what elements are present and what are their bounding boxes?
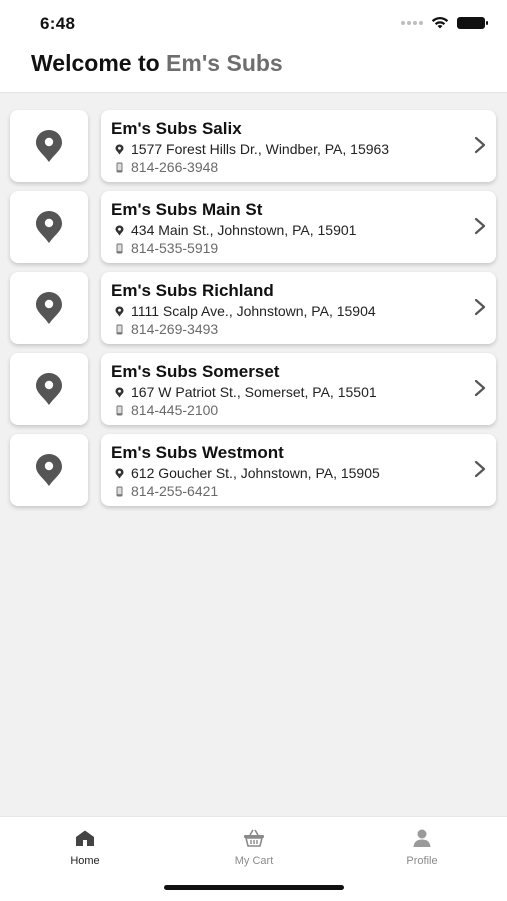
basket-icon: [244, 829, 264, 847]
store-name: Em's Subs Westmont: [111, 443, 284, 462]
store-name: Em's Subs Richland: [111, 281, 274, 300]
store-phone[interactable]: 814-535-5919: [113, 240, 218, 256]
store-pin-tile[interactable]: [10, 434, 88, 506]
store-phone-text: 814-535-5919: [131, 240, 219, 256]
location-pin-icon: [115, 387, 123, 397]
wifi-icon: [431, 17, 449, 29]
store-pin-tile[interactable]: [10, 191, 88, 263]
home-indicator[interactable]: [164, 885, 344, 890]
store-row[interactable]: Em's Subs Main St 434 Main St., Johnstow…: [0, 189, 507, 263]
page-header: Welcome to Em's Subs: [0, 44, 507, 93]
battery-icon: [457, 16, 488, 29]
store-card[interactable]: Em's Subs Westmont 612 Goucher St., John…: [101, 434, 496, 506]
store-row[interactable]: Em's Subs Salix 1577 Forest Hills Dr., W…: [0, 108, 507, 182]
store-phone-text: 814-445-2100: [131, 402, 219, 418]
store-phone[interactable]: 814-269-3493: [113, 321, 218, 337]
phone-icon: [116, 243, 122, 253]
store-name: Em's Subs Main St: [111, 200, 263, 219]
location-pin-icon: [115, 468, 123, 478]
store-row[interactable]: Em's Subs Richland 1111 Scalp Ave., John…: [0, 270, 507, 344]
tab-home[interactable]: Home: [25, 827, 145, 867]
tab-my-cart[interactable]: My Cart: [194, 827, 314, 867]
store-phone[interactable]: 814-266-3948: [113, 159, 218, 175]
chevron-right-icon: [474, 136, 486, 154]
store-address-text: 1577 Forest Hills Dr., Windber, PA, 1596…: [131, 141, 390, 157]
chevron-right-icon: [474, 460, 486, 478]
store-pin-tile[interactable]: [10, 272, 88, 344]
store-address: 167 W Patriot St., Somerset, PA, 15501: [113, 384, 377, 400]
tab-profile-label: Profile: [406, 855, 438, 867]
map-pin-icon: [36, 292, 62, 324]
store-address: 434 Main St., Johnstown, PA, 15901: [113, 222, 356, 238]
title-prefix: Welcome to: [31, 50, 167, 76]
chevron-right-icon: [474, 298, 486, 316]
phone-icon: [116, 324, 122, 334]
chevron-right-icon: [474, 217, 486, 235]
home-icon: [76, 830, 94, 846]
store-card[interactable]: Em's Subs Somerset 167 W Patriot St., So…: [101, 353, 496, 425]
store-address-text: 612 Goucher St., Johnstown, PA, 15905: [131, 465, 380, 481]
map-pin-icon: [36, 211, 62, 243]
store-address-text: 1111 Scalp Ave., Johnstown, PA, 15904: [131, 303, 376, 319]
store-row[interactable]: Em's Subs Somerset 167 W Patriot St., So…: [0, 351, 507, 425]
tab-profile[interactable]: Profile: [362, 827, 482, 867]
title-brand: Em's Subs: [166, 50, 283, 76]
store-phone-text: 814-269-3493: [131, 321, 219, 337]
store-phone-text: 814-266-3948: [131, 159, 219, 175]
store-address-text: 167 W Patriot St., Somerset, PA, 15501: [131, 384, 377, 400]
store-address-text: 434 Main St., Johnstown, PA, 15901: [131, 222, 357, 238]
store-row[interactable]: Em's Subs Westmont 612 Goucher St., John…: [0, 432, 507, 506]
store-card[interactable]: Em's Subs Salix 1577 Forest Hills Dr., W…: [101, 110, 496, 182]
store-phone[interactable]: 814-255-6421: [113, 483, 218, 499]
tab-home-label: Home: [70, 855, 100, 867]
tab-my-cart-label: My Cart: [234, 855, 274, 867]
location-pin-icon: [115, 225, 123, 235]
phone-icon: [116, 162, 122, 172]
store-card[interactable]: Em's Subs Richland 1111 Scalp Ave., John…: [101, 272, 496, 344]
store-address: 1111 Scalp Ave., Johnstown, PA, 15904: [113, 303, 376, 319]
status-bar: 6:48: [0, 0, 507, 44]
store-name: Em's Subs Salix: [111, 119, 242, 138]
store-pin-tile[interactable]: [10, 110, 88, 182]
store-phone[interactable]: 814-445-2100: [113, 402, 218, 418]
location-pin-icon: [115, 306, 123, 316]
store-address: 1577 Forest Hills Dr., Windber, PA, 1596…: [113, 141, 389, 157]
page-title: Welcome to Em's Subs: [31, 50, 283, 77]
cellular-signal-icon: [401, 20, 423, 25]
status-time: 6:48: [40, 14, 76, 33]
location-pin-icon: [115, 144, 123, 154]
store-card[interactable]: Em's Subs Main St 434 Main St., Johnstow…: [101, 191, 496, 263]
store-address: 612 Goucher St., Johnstown, PA, 15905: [113, 465, 380, 481]
phone-icon: [116, 486, 122, 496]
status-icons: [401, 16, 488, 29]
map-pin-icon: [36, 130, 62, 162]
store-list: Em's Subs Salix 1577 Forest Hills Dr., W…: [0, 108, 507, 513]
chevron-right-icon: [474, 379, 486, 397]
map-pin-icon: [36, 454, 62, 486]
person-icon: [413, 829, 431, 847]
store-pin-tile[interactable]: [10, 353, 88, 425]
map-pin-icon: [36, 373, 62, 405]
store-phone-text: 814-255-6421: [131, 483, 219, 499]
store-name: Em's Subs Somerset: [111, 362, 280, 381]
phone-icon: [116, 405, 122, 415]
